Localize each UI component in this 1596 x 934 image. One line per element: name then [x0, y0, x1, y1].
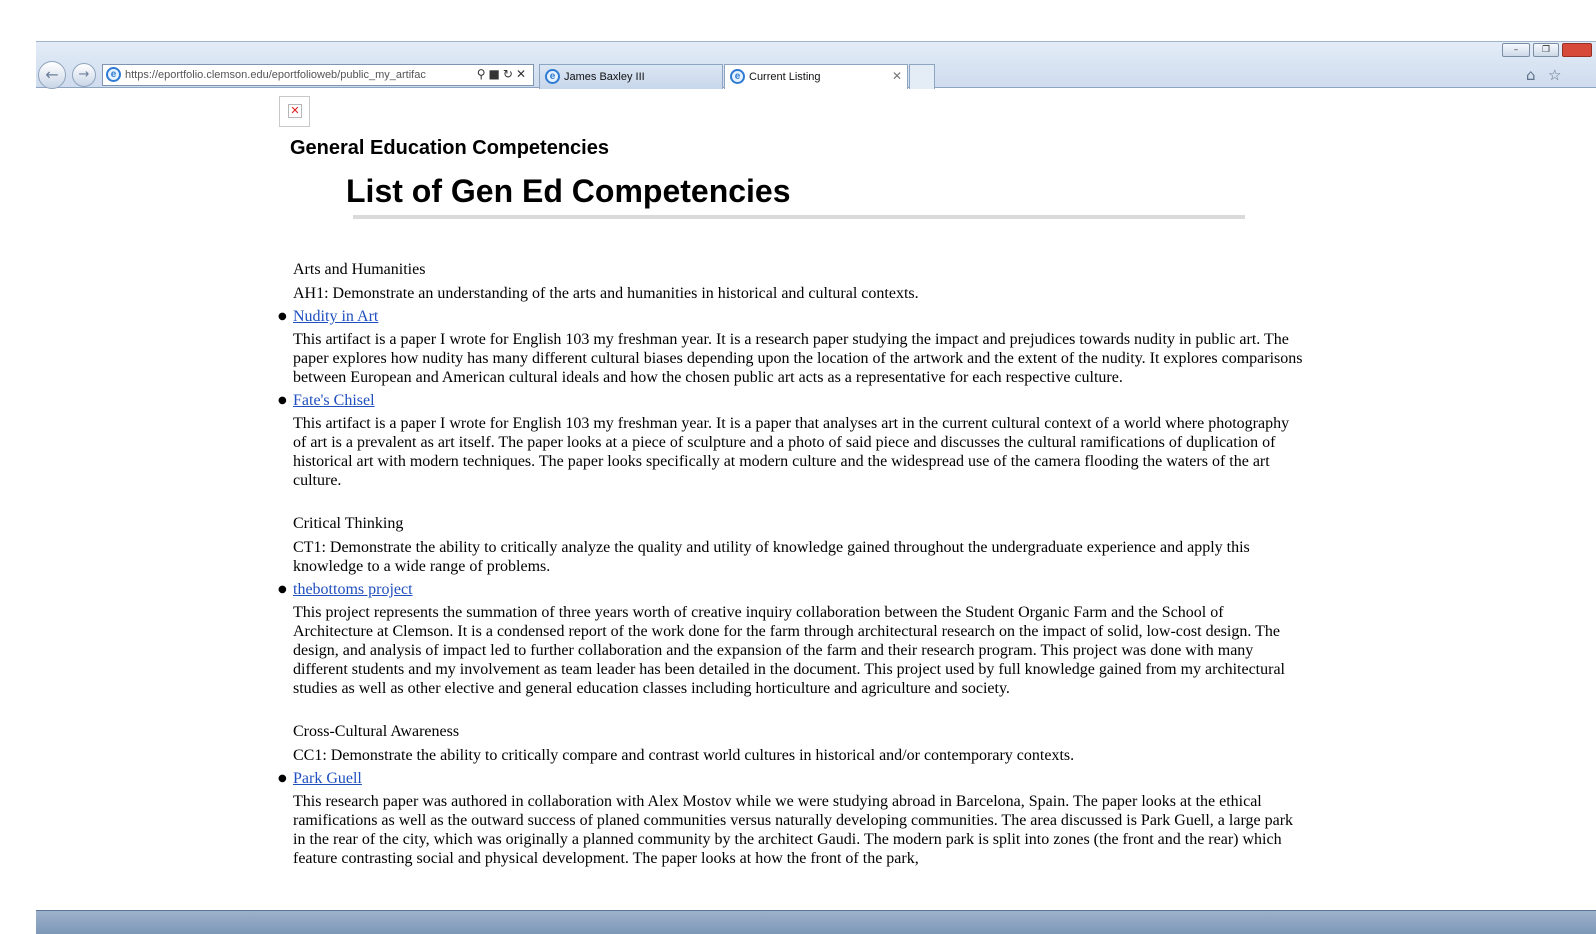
section-critical-thinking: Critical Thinking CT1: Demonstrate the a… [278, 514, 1305, 698]
address-url: https://eportfolio.clemson.edu/eportfoli… [125, 69, 426, 81]
site-title: General Education Competencies [290, 137, 609, 159]
new-tab-button[interactable] [909, 64, 935, 89]
address-bar[interactable]: e https://eportfolio.clemson.edu/eportfo… [102, 64, 534, 86]
artifact-link-fates-chisel[interactable]: Fate's Chisel [293, 391, 375, 410]
ie-icon: e [545, 69, 560, 84]
lock-icon[interactable]: ■ [489, 67, 503, 81]
section-cross-cultural: Cross-Cultural Awareness CC1: Demonstrat… [278, 722, 1305, 868]
tab-label: James Baxley III [564, 71, 645, 83]
artifact-link-thebottoms-project[interactable]: thebottoms project [293, 580, 413, 599]
search-icon[interactable]: ⚲ [477, 67, 489, 81]
home-icon[interactable]: ⌂ [1526, 66, 1536, 84]
taskbar [36, 910, 1596, 934]
bullet: ● [278, 584, 287, 595]
artifact-item: ● thebottoms project This project repres… [278, 580, 1305, 698]
artifact-link-park-guell[interactable]: Park Guell [293, 769, 362, 788]
artifact-description: This research paper was authored in coll… [293, 793, 1294, 867]
page-title: List of Gen Ed Competencies [346, 173, 791, 209]
competency-statement: CC1: Demonstrate the ability to critical… [293, 747, 1075, 764]
competency-list: Arts and Humanities AH1: Demonstrate an … [278, 260, 1305, 872]
artifact-description: This artifact is a paper I wrote for Eng… [293, 415, 1290, 489]
bullet: ● [278, 311, 287, 322]
refresh-icon[interactable]: ↻ [503, 67, 516, 81]
broken-image-placeholder: ✕ [279, 96, 310, 127]
stop-icon[interactable]: ✕ [516, 67, 529, 81]
back-button[interactable]: ← [38, 61, 66, 89]
tab-james-baxley[interactable]: e James Baxley III [539, 64, 723, 89]
address-tools: ⚲■↻✕ [477, 67, 529, 81]
artifact-description: This project represents the summation of… [293, 604, 1285, 697]
forward-button[interactable]: → [72, 63, 96, 87]
artifact-item: ● Park Guell This research paper was aut… [278, 769, 1305, 868]
ie-icon: e [106, 67, 121, 82]
title-divider [353, 215, 1245, 219]
forward-icon: → [78, 67, 90, 82]
broken-image-icon: ✕ [288, 104, 302, 118]
minimize-button[interactable]: – [1502, 43, 1530, 57]
category-heading: Cross-Cultural Awareness [293, 723, 460, 740]
close-tab-icon[interactable]: ✕ [892, 69, 902, 83]
category-heading: Critical Thinking [293, 515, 404, 532]
bullet: ● [278, 773, 287, 784]
close-window-button[interactable] [1562, 43, 1592, 57]
artifact-item: ● Fate's Chisel This artifact is a paper… [278, 391, 1305, 490]
section-arts-humanities: Arts and Humanities AH1: Demonstrate an … [278, 260, 1305, 490]
bullet: ● [278, 395, 287, 406]
competency-statement: CT1: Demonstrate the ability to critical… [293, 539, 1250, 575]
artifact-item: ● Nudity in Art This artifact is a paper… [278, 307, 1305, 387]
browser-toolbar: ← → e https://eportfolio.clemson.edu/epo… [36, 41, 1596, 89]
back-icon: ← [45, 65, 59, 84]
tab-current-listing[interactable]: e Current Listing ✕ [724, 64, 908, 89]
ie-icon: e [730, 69, 745, 84]
artifact-description: This artifact is a paper I wrote for Eng… [293, 331, 1303, 386]
artifact-link-nudity-in-art[interactable]: Nudity in Art [293, 307, 378, 326]
favorites-star-icon[interactable]: ☆ [1548, 66, 1561, 84]
category-heading: Arts and Humanities [293, 261, 426, 278]
tab-label: Current Listing [749, 71, 821, 83]
restore-button[interactable]: ❐ [1533, 43, 1559, 57]
competency-statement: AH1: Demonstrate an understanding of the… [293, 285, 919, 302]
